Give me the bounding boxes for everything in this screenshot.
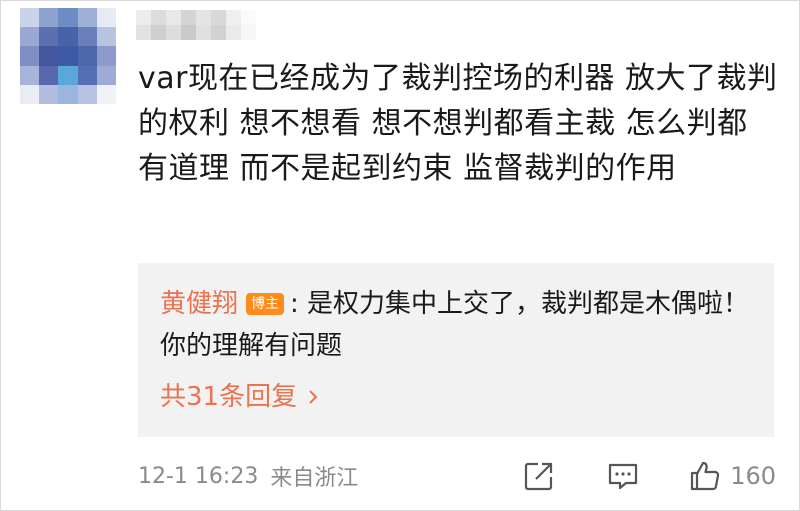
chevron-right-icon (309, 390, 318, 404)
reply-box[interactable]: 黄健翔 博主: 是权力集中上交了，裁判都是木偶啦！你的理解有问题 共31条回复 (138, 263, 774, 437)
comment-text: var现在已经成为了裁判控场的利器 放大了裁判的权利 想不想看 想不想判都看主裁… (138, 61, 778, 186)
reply-count-label: 共31条回复 (160, 382, 298, 412)
thumbs-up-icon (691, 461, 720, 491)
like-button[interactable]: 160 (688, 459, 776, 493)
share-icon[interactable] (522, 459, 556, 493)
username-blurred[interactable] (136, 10, 256, 40)
avatar[interactable] (20, 8, 116, 104)
location-source: 来自浙江 (270, 466, 359, 491)
timestamp: 12-1 16:23 (138, 463, 259, 489)
comment-footer: 12-1 16:23 来自浙江 160 (138, 458, 776, 494)
action-bar: 160 (522, 459, 776, 493)
view-replies-link[interactable]: 共31条回复 (160, 379, 752, 415)
reply-text: 黄健翔 博主: 是权力集中上交了，裁判都是木偶啦！你的理解有问题 (160, 283, 752, 367)
like-count: 160 (730, 462, 776, 490)
reply-author[interactable]: 黄健翔 (160, 289, 238, 319)
comment-icon[interactable] (606, 459, 640, 493)
blogger-badge: 博主 (246, 293, 285, 315)
